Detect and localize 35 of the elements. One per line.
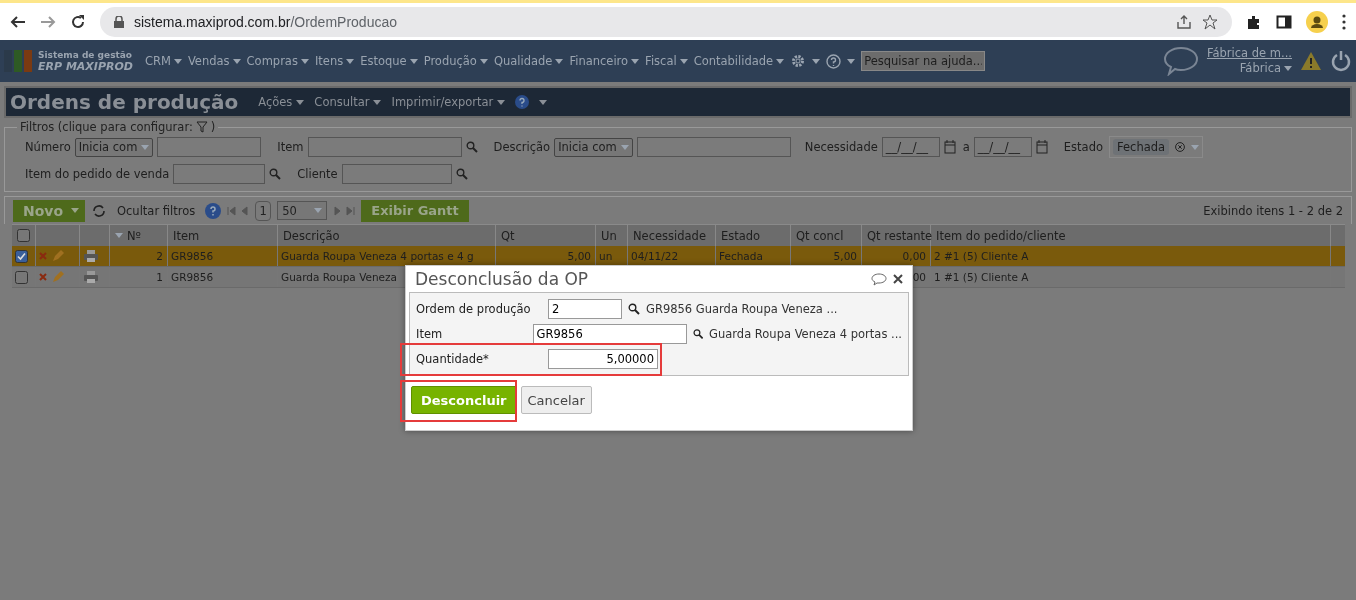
- filter-label: Necessidade: [804, 140, 878, 154]
- table-cell: un: [599, 250, 613, 262]
- table-cell: 0,00: [902, 250, 926, 262]
- table-cell: GR9856: [171, 271, 214, 283]
- filter-label: Item do pedido de venda: [25, 167, 170, 181]
- table-cell: 2 #1 (5) Cliente A: [934, 250, 1029, 262]
- pagination-info: Exibindo itens 1 - 2 de 2: [1203, 203, 1343, 218]
- filter-label: Item: [277, 140, 304, 154]
- filter-label: Descrição: [493, 140, 551, 154]
- filter-label: Número: [25, 140, 71, 154]
- order-description: GR9856 Guarda Roupa Veneza ...: [646, 302, 838, 316]
- field-label: Quantidade*: [416, 352, 490, 366]
- filter-label: a: [962, 140, 970, 154]
- url-text: sistema.maxiprod.com.br/OrdemProducao: [134, 13, 397, 30]
- table-cell: 5,00: [833, 250, 857, 262]
- logo-title: ERP MAXIPROD: [38, 61, 133, 73]
- filter-label: Estado: [1063, 140, 1103, 154]
- table-cell: 00: [912, 271, 926, 283]
- table-cell: 5,00: [567, 250, 591, 262]
- table-cell: Guarda Roupa Veneza: [281, 271, 398, 283]
- table-cell: GR9856: [171, 250, 214, 262]
- filter-label: Cliente: [297, 167, 338, 181]
- table-cell: 1: [156, 271, 163, 283]
- item-description: Guarda Roupa Veneza 4 portas ...: [709, 327, 902, 341]
- table-cell: 1 #1 (5) Cliente A: [934, 271, 1029, 283]
- page-title: Ordens de produção: [10, 90, 239, 114]
- logo-subtitle: Sistema de gestão: [38, 49, 133, 61]
- table-cell: Guarda Roupa Veneza 4 portas e 4 g: [281, 250, 474, 262]
- field-label: Item: [416, 327, 444, 341]
- table-cell: 2: [156, 250, 163, 262]
- table-cell: Fechada: [719, 250, 763, 262]
- filters-legend-end: ): [210, 120, 216, 134]
- field-label: Ordem de produção: [416, 302, 532, 316]
- table-cell: 04/11/22: [631, 250, 679, 262]
- dialog-title: Desconclusão da OP: [415, 269, 589, 289]
